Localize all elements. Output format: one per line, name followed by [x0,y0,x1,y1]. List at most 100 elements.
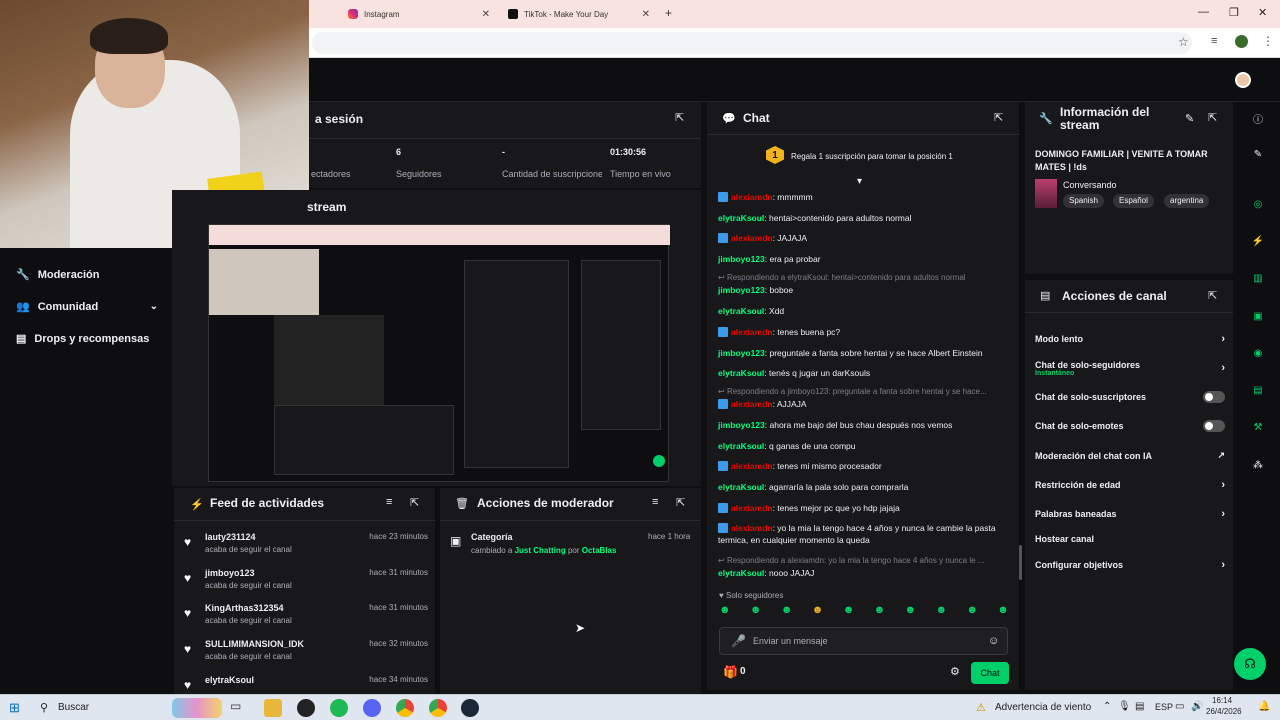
chat-message[interactable]: elytraKsoul: agarraría la pala solo para… [718,481,1018,493]
steam-icon[interactable] [461,699,479,717]
gift-promo-text[interactable]: Regala 1 suscripción para tomar la posic… [791,152,953,161]
chat-settings-icon[interactable]: ⚙ [950,665,960,678]
chat-reply-context[interactable]: ↩ Respondiendo a elytraKsoul: hentai>con… [718,273,1008,282]
chat-reply-context[interactable]: ↩ Respondiendo a jimboyo123: preguntale … [718,387,1008,396]
action-solo-suscriptores[interactable]: Chat de solo-suscriptores [1035,391,1225,403]
chat-message[interactable]: alexiamdn: JAJAJA [718,232,1018,244]
layout-icon[interactable]: ▤ [1242,378,1274,402]
tag-chip[interactable]: Español [1113,194,1154,208]
microphone-icon[interactable]: 🎤 [731,634,746,648]
popout-icon[interactable]: ⇱ [1208,111,1217,124]
popout-icon[interactable]: ⇱ [994,111,1003,124]
chat-message[interactable]: elytraKsoul: q ganas de una compu [718,440,1018,452]
close-icon[interactable]: ✕ [482,9,490,20]
feed-user[interactable]: jimboyo123 [205,568,255,578]
minimize-icon[interactable]: — [1198,6,1209,18]
popout-icon[interactable]: ⇱ [410,496,419,509]
action-restriccion-edad[interactable]: Restricción de edad › [1035,479,1225,491]
notifications-icon[interactable]: 🔔 [1258,701,1270,712]
wrench-icon[interactable]: ⚒ [1242,415,1274,439]
clock-date[interactable]: 26/4/2026 [1206,707,1242,716]
chrome-icon[interactable] [429,699,447,717]
search-highlight-image[interactable] [172,698,222,718]
search-icon[interactable]: ⚲ [40,701,48,714]
chat-user[interactable]: alexiamdn [731,327,773,337]
sidebar-item-comunidad[interactable]: 👥 Comunidad ⌄ [16,300,158,314]
popout-icon[interactable]: ⇱ [676,496,685,509]
sidebar-item-drops[interactable]: ▤ Drops y recompensas [16,332,149,346]
emote-icon[interactable]: ☻ [935,604,947,622]
tag-chip[interactable]: Spanish [1063,194,1104,208]
action-moderacion-ia[interactable]: Moderación del chat con IA ↗ [1035,450,1225,461]
bolt-icon[interactable]: ⚡ [1242,229,1274,253]
toggle-switch[interactable] [1203,420,1225,432]
emote-icon[interactable]: ☻ [750,604,762,622]
quick-action-icon[interactable]: ◎ [1242,192,1274,216]
channel-points-icon[interactable]: 🎁 [723,665,738,679]
language-indicator[interactable]: ESP [1155,702,1173,712]
chat-icon[interactable]: ▣ [1242,304,1274,328]
broadcast-icon[interactable]: ◉ [1242,341,1274,365]
clock-time[interactable]: 16:14 [1212,696,1232,705]
emote-icon[interactable]: ☻ [905,604,917,622]
taskbar-search-label[interactable]: Buscar [58,702,89,713]
feed-row[interactable]: ♥ elytraKsoul hace 34 minutos [184,675,428,691]
chat-user[interactable]: alexiamdn [731,233,773,243]
emote-picker-icon[interactable]: ☺ [988,635,999,647]
feed-row[interactable]: ♥ KingArthas312354 acaba de seguir el ca… [184,603,428,629]
action-palabras-baneadas[interactable]: Palabras baneadas › [1035,508,1225,520]
chrome-icon[interactable] [396,699,414,717]
chat-message[interactable]: jimboyo123: era pa probar [718,253,1018,265]
stream-video[interactable] [208,224,670,482]
chevron-up-icon[interactable]: ⌃ [1103,701,1111,712]
chat-message[interactable]: alexiamdn: tenes buena pc? [718,326,1018,338]
chat-user[interactable]: jimboyo123 [718,254,765,264]
emote-icon[interactable]: ☻ [781,604,793,622]
toggle-switch[interactable] [1203,391,1225,403]
chat-user[interactable]: elytraKsoul [718,568,764,578]
chat-message[interactable]: jimboyo123: preguntale a fanta sobre hen… [718,347,1018,359]
close-window-icon[interactable]: ✕ [1258,6,1267,19]
info-icon[interactable]: ⓘ [1242,106,1274,130]
weather-text[interactable]: Advertencia de viento [995,702,1091,713]
feed-user[interactable]: lauty231124 [205,532,256,542]
chat-message[interactable]: alexiamdn: tenes mi mismo procesador [718,460,1018,472]
restore-icon[interactable]: ❐ [1229,6,1239,19]
chat-send-button[interactable]: Chat [971,662,1009,684]
more-menu-icon[interactable]: ⋮ [1262,34,1274,48]
chat-message[interactable]: jimboyo123: boboe [718,284,1018,296]
tray-icon[interactable]: ▤ [1135,701,1144,712]
app-icon[interactable] [297,699,315,717]
media-control-icon[interactable]: ≡ [1211,35,1217,47]
chat-user[interactable]: jimboyo123 [718,285,765,295]
network-icon[interactable]: ▭ [1175,701,1184,712]
category-link[interactable]: Just Chatting [515,546,566,555]
chat-user[interactable]: elytraKsoul [718,482,764,492]
chat-message[interactable]: jimboyo123: ahora me bajo del bus chau d… [718,419,1018,431]
chat-reply-context[interactable]: ↩ Respondiendo a alexiamdn: yo la mia la… [718,556,1008,565]
tag-chip[interactable]: argentina [1164,194,1210,208]
chat-user[interactable]: alexiamdn [731,192,773,202]
action-configurar-objetivos[interactable]: Configurar objetivos › [1035,559,1225,571]
close-icon[interactable]: ✕ [642,9,650,20]
chat-user[interactable]: elytraKsoul [718,306,764,316]
chat-scrollbar[interactable] [1019,545,1022,580]
chat-user[interactable]: jimboyo123 [718,348,765,358]
emote-icon[interactable]: ☻ [966,604,978,622]
tab-tiktok[interactable]: TikTok - Make Your Day ✕ [500,3,658,25]
feed-row[interactable]: ♥ jimboyo123 acaba de seguir el canal ha… [184,568,428,594]
emote-icon[interactable]: ☻ [843,604,855,622]
emote-icon[interactable]: ☻ [812,604,824,622]
stream-title[interactable]: DOMINGO FAMILIAR | VENITE A TOMAR MATES … [1035,148,1225,174]
new-tab-button[interactable]: + [665,6,672,20]
feed-user[interactable]: KingArthas312354 [205,603,284,613]
chat-message[interactable]: alexiamdn: mmmmm [718,191,1018,203]
feed-user[interactable]: SULLIMIMANSION_IDK [205,639,304,649]
extensions-icon[interactable]: ⁂ [1242,453,1274,477]
popout-icon[interactable]: ⇱ [1208,289,1217,302]
task-view-icon[interactable]: ▭ [230,699,248,717]
volume-icon[interactable]: 🔊 [1191,701,1203,712]
action-solo-emotes[interactable]: Chat de solo-emotes [1035,420,1225,432]
url-field[interactable] [312,32,1192,54]
discord-icon[interactable] [363,699,381,717]
